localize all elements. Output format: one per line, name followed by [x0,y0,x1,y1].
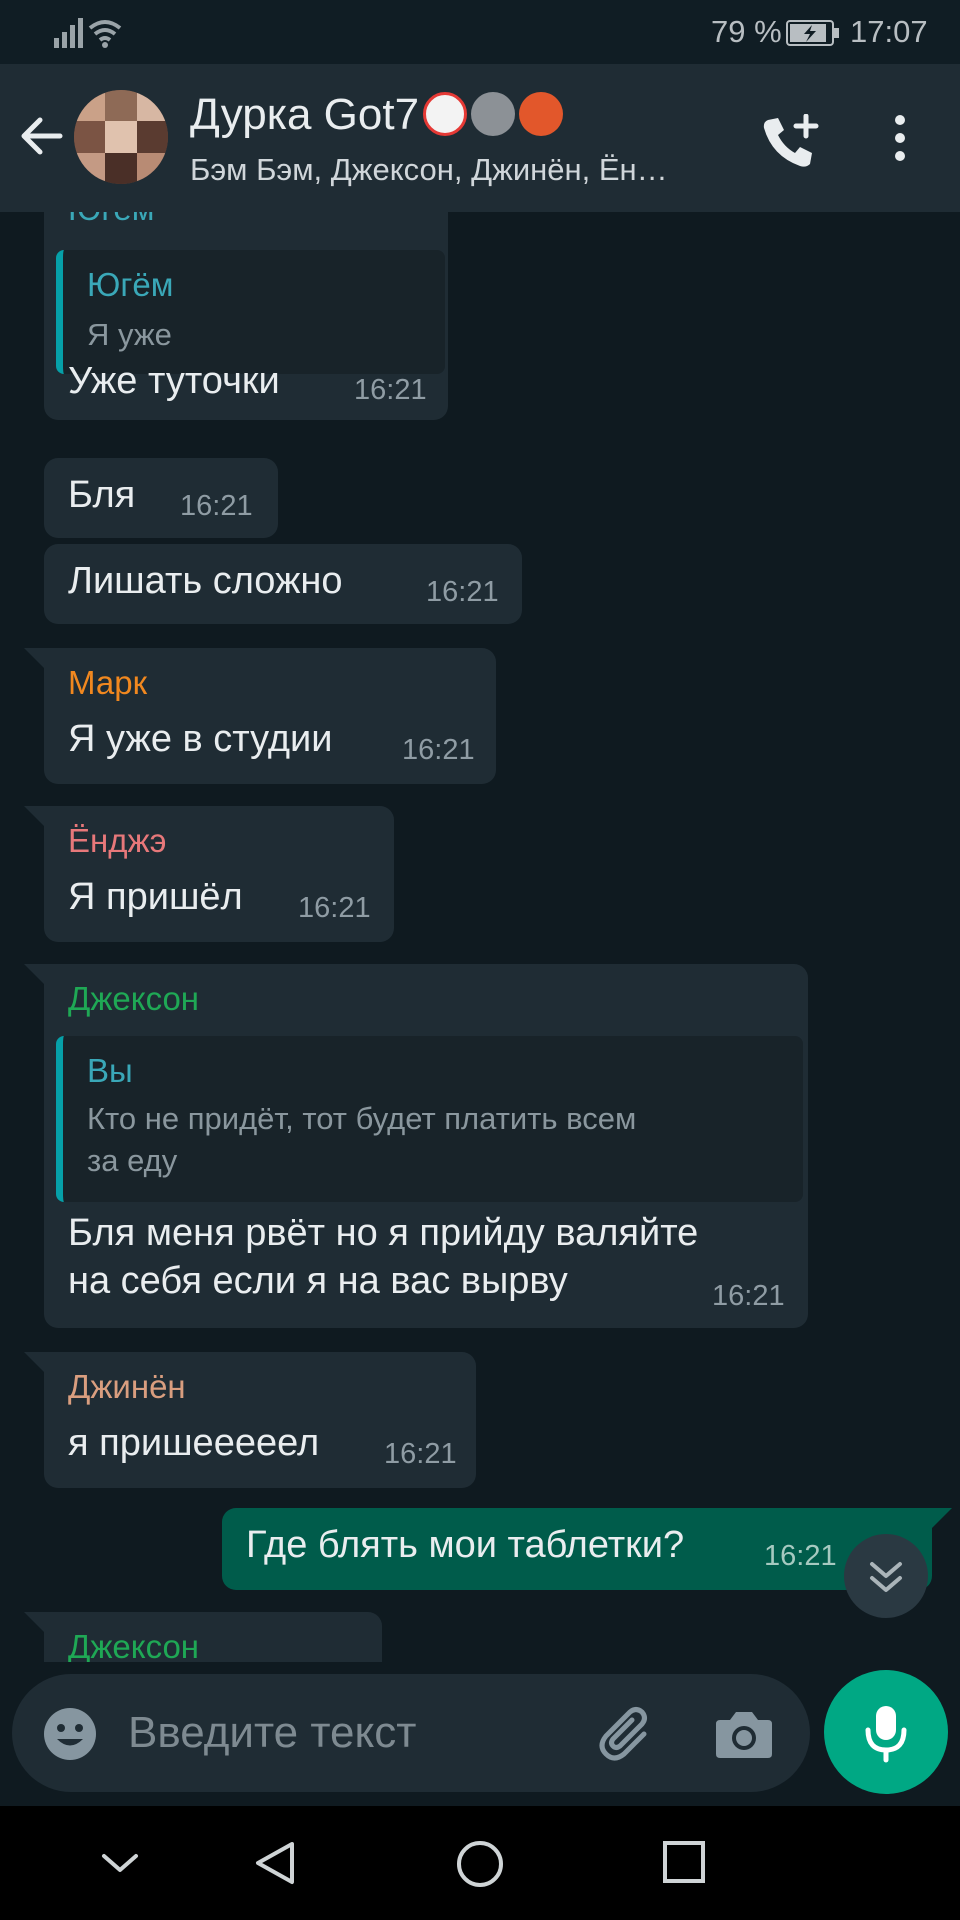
message-text: Я пришёл [68,876,243,918]
battery-charging-icon [786,20,839,46]
message-time: 16:21 [426,576,499,608]
message-sender: Марк [68,664,148,701]
message-sender: Джексон [68,980,200,1017]
chat-title[interactable]: Дурка Got7 [190,90,564,140]
chevron-down-icon[interactable] [98,1838,142,1888]
message-sender: Джексон [68,1628,200,1662]
outgoing-message-bubble[interactable]: Где блять мои таблетки? 16:21 [222,1508,932,1590]
message-text: я пришееееел [68,1422,320,1464]
message-time: 16:21 [712,1280,785,1312]
message-input[interactable]: Введите текст [128,1708,416,1758]
group-avatar[interactable] [74,90,168,184]
message-sender: Ёнджэ [68,822,167,859]
camera-icon[interactable] [714,1706,774,1762]
message-bubble[interactable]: Джинён я пришееееел 16:21 [44,1352,476,1488]
message-text-line: на себя если я на вас вырву [68,1260,568,1302]
message-sender: Югём [68,212,154,228]
quoted-text-line: за еду [87,1143,178,1178]
more-vertical-icon[interactable] [888,114,912,164]
status-time: 17:07 [850,14,928,49]
message-bubble[interactable]: Югём Югём Я уже Уже туточки 16:21 [44,212,448,420]
message-sender: Джинён [68,1368,186,1405]
message-bubble[interactable]: Лишать сложно 16:21 [44,544,522,624]
quoted-sender: Югём [87,266,174,303]
status-bar: 79 % 17:07 [0,0,960,64]
smiley-icon[interactable] [40,1704,100,1764]
message-text: Я уже в студии [68,718,333,760]
battery-percent: 79 % [711,14,782,49]
bubble-tail [928,1508,952,1532]
recents-square-icon[interactable] [660,1838,708,1886]
quoted-text-line: Кто не придёт, тот будет платить всем [87,1101,637,1136]
paperclip-icon[interactable] [596,1704,660,1764]
message-text: Лишать сложно [68,560,343,602]
home-circle-icon[interactable] [454,1838,506,1890]
message-bubble[interactable]: Ёнджэ Я пришёл 16:21 [44,806,394,942]
message-time: 16:21 [354,374,427,406]
back-triangle-icon[interactable] [250,1838,300,1888]
clown-emoji-icon [423,92,468,137]
quoted-message[interactable]: Югём Я уже [56,250,445,374]
quoted-sender: Вы [87,1052,133,1089]
double-chevron-down-icon [870,1562,902,1592]
devil-emoji-icon [519,92,564,137]
message-time: 16:21 [402,734,475,766]
signal-icon [54,18,122,48]
phone-plus-icon[interactable] [760,114,822,170]
chat-title-text: Дурка Got7 [190,90,420,139]
moon-emoji-icon [471,92,516,137]
message-text-line: Бля меня рвёт но я прийду валяйте [68,1212,699,1254]
chat-members[interactable]: Бэм Бэм, Джексон, Джинён, Ён… [190,152,730,188]
message-text: Где блять мои таблетки? [246,1524,685,1566]
message-text: Уже туточки [68,360,280,402]
message-text: Бля [68,474,136,516]
arrow-left-icon[interactable] [18,112,66,160]
microphone-button[interactable] [824,1670,948,1794]
scroll-to-bottom-button[interactable] [844,1534,928,1618]
message-time: 16:21 [180,490,253,522]
quoted-text: Я уже [87,317,172,352]
quoted-message[interactable]: Вы Кто не придёт, тот будет платить всем… [56,1036,803,1202]
message-bubble[interactable]: Джексон [44,1612,382,1662]
message-bubble[interactable]: Марк Я уже в студии 16:21 [44,648,496,784]
message-bubble[interactable]: Джексон Вы Кто не придёт, тот будет плат… [44,964,808,1328]
microphone-icon [865,1706,907,1763]
message-time: 16:21 [384,1438,457,1470]
message-list[interactable]: Югём Югём Я уже Уже туточки 16:21 Бля 16… [0,212,960,1662]
message-time: 16:21 [298,892,371,924]
message-time: 16:21 [764,1540,837,1572]
message-bubble[interactable]: Бля 16:21 [44,458,278,538]
